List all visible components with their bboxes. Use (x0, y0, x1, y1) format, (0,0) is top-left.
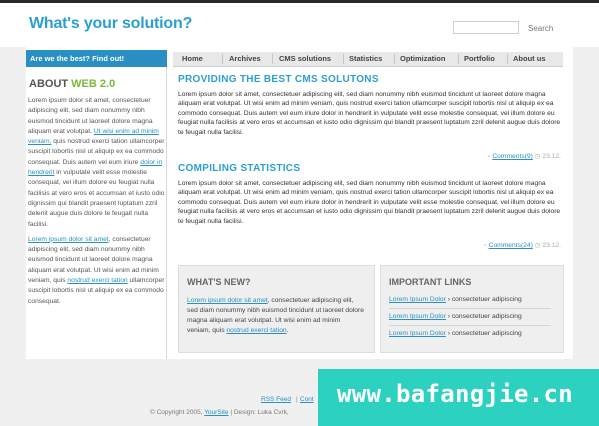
sidebar-divider (166, 67, 167, 359)
post-meta: ▫ Comments(24) ◷ 23.12. (484, 241, 561, 249)
important-links-title: IMPORTANT LINKS (389, 277, 472, 287)
post-body: Lorem ipsum dolor sit amet, consectetuer… (178, 180, 561, 225)
sidebar-text: Lorem ipsum dolor sit amet, consectetuer… (28, 96, 166, 312)
nav-item-statistics[interactable]: Statistics (349, 52, 382, 66)
search-input[interactable] (453, 21, 519, 34)
link-divider (389, 308, 551, 309)
sidebar-paragraph: Lorem ipsum dolor sit amet, consectetuer… (28, 235, 166, 307)
clock-icon: ◷ (532, 242, 543, 249)
watermark-overlay: www.bafangjie.cn (318, 369, 599, 426)
post-title[interactable]: COMPILING STATISTICS (178, 163, 300, 174)
page-content: Are we the best? Find out! ABOUT WEB 2.0… (26, 47, 573, 359)
about-prefix: ABOUT (29, 78, 72, 90)
important-link-row: Lorem Ipsum Dolor › consectetuer adipisc… (389, 296, 522, 303)
whats-new-text: Lorem ipsum dolor sit amet, consectetuer… (187, 296, 365, 336)
sidebar-text-run: in vulputate velit esse molestie consequ… (28, 169, 165, 228)
rss-feed-link[interactable]: RSS Feed (261, 396, 291, 403)
yoursite-link[interactable]: YourSite (204, 409, 228, 416)
search-button[interactable]: Search (528, 24, 553, 33)
footer-separator: | (296, 396, 298, 403)
sidebar-link[interactable]: nostrud exerci tation (67, 277, 127, 284)
post-body: Lorem ipsum dolor sit amet, consectetuer… (178, 91, 561, 136)
important-link[interactable]: Lorem Ipsum Dolor (389, 313, 446, 320)
clock-icon: ◷ (532, 153, 543, 160)
important-link-desc: › consectetuer adipiscing (445, 296, 522, 303)
important-link-row: Lorem Ipsum Dolor › consectetuer adipisc… (389, 313, 522, 320)
post-meta: ▫ Comments(9) ◷ 23.12. (488, 152, 561, 160)
whats-new-link[interactable]: nostrud exerci tation (226, 327, 286, 334)
whats-new-text-run: . (286, 327, 289, 334)
comments-link[interactable]: Comments(9) (492, 153, 533, 160)
copyright-line: © Copyright 2005, YourSite | Design: Luk… (150, 409, 289, 416)
sidebar-paragraph: Lorem ipsum dolor sit amet, consectetuer… (28, 96, 166, 230)
about-heading: ABOUT WEB 2.0 (29, 78, 115, 90)
site-title[interactable]: What's your solution? (29, 15, 192, 33)
nav-separator (394, 54, 395, 64)
important-link-row: Lorem Ipsum Dolor › consectetuer adipisc… (389, 330, 522, 337)
header: What's your solution? Search (0, 3, 599, 47)
nav-separator (458, 54, 459, 64)
contact-link[interactable]: Cont (300, 396, 314, 403)
nav-separator (222, 54, 223, 64)
about-highlight: WEB 2.0 (71, 78, 116, 90)
design-credit: | Design: Luka Cvrk, (228, 409, 289, 416)
post-title[interactable]: PROVIDING THE BEST CMS SOLUTONS (178, 74, 379, 85)
nav-item-portfolio[interactable]: Portfolio (464, 52, 495, 66)
nav-separator (343, 54, 344, 64)
important-link[interactable]: Lorem Ipsum Dolor (389, 296, 446, 303)
nav-item-about-us[interactable]: About us (513, 52, 546, 66)
nav-item-archives[interactable]: Archives (229, 52, 261, 66)
whats-new-box: WHAT'S NEW? Lorem ipsum dolor sit amet, … (178, 265, 375, 353)
important-link[interactable]: Lorem Ipsum Dolor (389, 330, 446, 337)
nav-separator (507, 54, 508, 64)
important-link-desc: › consectetuer adipiscing (445, 330, 522, 337)
nav-item-home[interactable]: Home (182, 52, 203, 66)
nav-separator (272, 54, 273, 64)
sidebar-link[interactable]: Lorem ipsum dolor sit amet (28, 236, 109, 243)
post-date: 23.12. (542, 242, 561, 249)
copyright-text: © Copyright 2005, (150, 409, 205, 416)
sidebar-banner[interactable]: Are we the best? Find out! (26, 50, 167, 67)
watermark-text: www.bafangjie.cn (337, 380, 573, 408)
important-links-box: IMPORTANT LINKS Lorem Ipsum Dolor › cons… (380, 265, 564, 353)
important-link-desc: › consectetuer adipiscing (445, 313, 522, 320)
whats-new-title: WHAT'S NEW? (187, 277, 251, 287)
nav-item-optimization[interactable]: Optimization (400, 52, 445, 66)
post-date: 23.12. (542, 153, 561, 160)
nav-item-cms-solutions[interactable]: CMS solutions (279, 52, 331, 66)
whats-new-link[interactable]: Lorem ipsum dolor sit amet (187, 297, 268, 304)
link-divider (389, 325, 551, 326)
main-nav: Home Archives CMS solutions Statistics O… (173, 52, 563, 67)
comments-link[interactable]: Comments(24) (489, 242, 533, 249)
